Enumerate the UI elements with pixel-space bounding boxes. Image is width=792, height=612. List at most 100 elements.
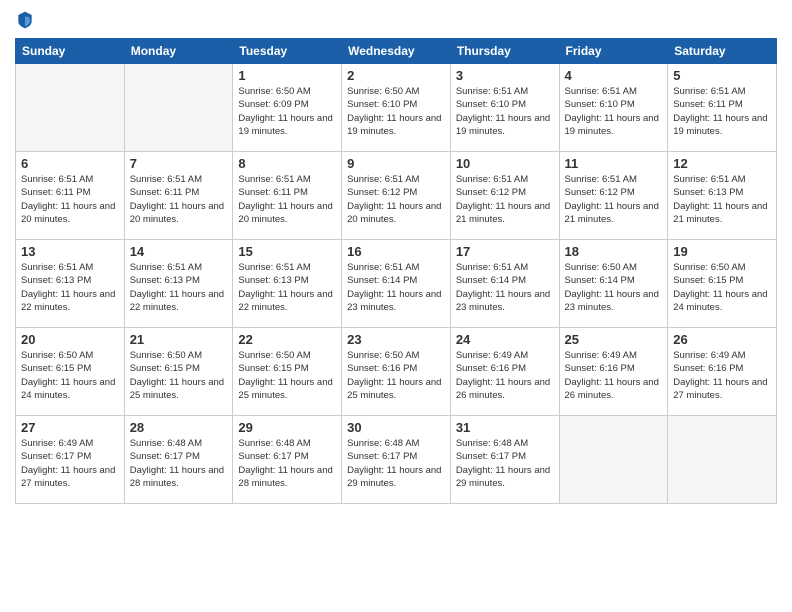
col-header-saturday: Saturday	[668, 39, 777, 64]
day-info: Sunrise: 6:50 AMSunset: 6:15 PMDaylight:…	[21, 349, 119, 402]
day-number: 4	[565, 68, 663, 83]
day-number: 17	[456, 244, 554, 259]
calendar-cell: 22 Sunrise: 6:50 AMSunset: 6:15 PMDayligh…	[233, 328, 342, 416]
day-number: 3	[456, 68, 554, 83]
calendar-cell: 10 Sunrise: 6:51 AMSunset: 6:12 PMDayligh…	[450, 152, 559, 240]
day-info: Sunrise: 6:51 AMSunset: 6:10 PMDaylight:…	[565, 85, 663, 138]
calendar-cell	[16, 64, 125, 152]
day-info: Sunrise: 6:51 AMSunset: 6:11 PMDaylight:…	[21, 173, 119, 226]
calendar-cell: 28Sunrise: 6:48 AMSunset: 6:17 PMDayligh…	[124, 416, 233, 504]
day-info: Sunrise: 6:49 AMSunset: 6:16 PMDaylight:…	[565, 349, 663, 402]
day-info: Sunrise: 6:51 AMSunset: 6:14 PMDaylight:…	[347, 261, 445, 314]
day-number: 14	[130, 244, 228, 259]
calendar-cell: 9 Sunrise: 6:51 AMSunset: 6:12 PMDaylight…	[342, 152, 451, 240]
header	[15, 10, 777, 30]
day-number: 10	[456, 156, 554, 171]
day-number: 12	[673, 156, 771, 171]
col-header-thursday: Thursday	[450, 39, 559, 64]
day-info: Sunrise: 6:50 AMSunset: 6:15 PMDaylight:…	[130, 349, 228, 402]
day-info: Sunrise: 6:50 AMSunset: 6:10 PMDaylight:…	[347, 85, 445, 138]
day-number: 29	[238, 420, 336, 435]
day-info: Sunrise: 6:51 AMSunset: 6:11 PMDaylight:…	[673, 85, 771, 138]
col-header-friday: Friday	[559, 39, 668, 64]
calendar-cell: 2 Sunrise: 6:50 AMSunset: 6:10 PMDaylight…	[342, 64, 451, 152]
day-number: 21	[130, 332, 228, 347]
week-row-3: 13 Sunrise: 6:51 AMSunset: 6:13 PMDayligh…	[16, 240, 777, 328]
calendar-cell: 13 Sunrise: 6:51 AMSunset: 6:13 PMDayligh…	[16, 240, 125, 328]
day-info: Sunrise: 6:48 AMSunset: 6:17 PMDaylight:…	[347, 437, 445, 490]
week-row-5: 27Sunrise: 6:49 AMSunset: 6:17 PMDayligh…	[16, 416, 777, 504]
calendar-cell: 27Sunrise: 6:49 AMSunset: 6:17 PMDayligh…	[16, 416, 125, 504]
day-info: Sunrise: 6:50 AMSunset: 6:15 PMDaylight:…	[673, 261, 771, 314]
calendar-cell: 4 Sunrise: 6:51 AMSunset: 6:10 PMDaylight…	[559, 64, 668, 152]
calendar-cell: 19Sunrise: 6:50 AMSunset: 6:15 PMDayligh…	[668, 240, 777, 328]
day-info: Sunrise: 6:48 AMSunset: 6:17 PMDaylight:…	[456, 437, 554, 490]
week-row-1: 1 Sunrise: 6:50 AMSunset: 6:09 PMDaylight…	[16, 64, 777, 152]
day-number: 28	[130, 420, 228, 435]
calendar-cell: 23Sunrise: 6:50 AMSunset: 6:16 PMDayligh…	[342, 328, 451, 416]
day-number: 16	[347, 244, 445, 259]
day-info: Sunrise: 6:51 AMSunset: 6:12 PMDaylight:…	[456, 173, 554, 226]
day-info: Sunrise: 6:51 AMSunset: 6:13 PMDaylight:…	[673, 173, 771, 226]
day-info: Sunrise: 6:50 AMSunset: 6:16 PMDaylight:…	[347, 349, 445, 402]
day-number: 7	[130, 156, 228, 171]
calendar-cell: 15 Sunrise: 6:51 AMSunset: 6:13 PMDayligh…	[233, 240, 342, 328]
day-number: 22	[238, 332, 336, 347]
logo	[15, 10, 39, 30]
calendar-cell: 26 Sunrise: 6:49 AMSunset: 6:16 PMDayligh…	[668, 328, 777, 416]
week-row-4: 20 Sunrise: 6:50 AMSunset: 6:15 PMDayligh…	[16, 328, 777, 416]
calendar-cell: 16 Sunrise: 6:51 AMSunset: 6:14 PMDayligh…	[342, 240, 451, 328]
day-number: 25	[565, 332, 663, 347]
col-header-wednesday: Wednesday	[342, 39, 451, 64]
calendar-cell: 31Sunrise: 6:48 AMSunset: 6:17 PMDayligh…	[450, 416, 559, 504]
day-number: 15	[238, 244, 336, 259]
calendar-cell: 29 Sunrise: 6:48 AMSunset: 6:17 PMDayligh…	[233, 416, 342, 504]
day-info: Sunrise: 6:51 AMSunset: 6:12 PMDaylight:…	[347, 173, 445, 226]
day-number: 6	[21, 156, 119, 171]
day-number: 5	[673, 68, 771, 83]
calendar-cell: 18Sunrise: 6:50 AMSunset: 6:14 PMDayligh…	[559, 240, 668, 328]
day-number: 13	[21, 244, 119, 259]
calendar-cell: 14 Sunrise: 6:51 AMSunset: 6:13 PMDayligh…	[124, 240, 233, 328]
calendar-header-row: SundayMondayTuesdayWednesdayThursdayFrid…	[16, 39, 777, 64]
col-header-tuesday: Tuesday	[233, 39, 342, 64]
page: SundayMondayTuesdayWednesdayThursdayFrid…	[0, 0, 792, 612]
day-number: 26	[673, 332, 771, 347]
logo-icon	[15, 10, 35, 30]
day-info: Sunrise: 6:51 AMSunset: 6:14 PMDaylight:…	[456, 261, 554, 314]
day-number: 30	[347, 420, 445, 435]
calendar-cell: 17 Sunrise: 6:51 AMSunset: 6:14 PMDayligh…	[450, 240, 559, 328]
day-number: 1	[238, 68, 336, 83]
calendar-cell: 30 Sunrise: 6:48 AMSunset: 6:17 PMDayligh…	[342, 416, 451, 504]
day-info: Sunrise: 6:51 AMSunset: 6:10 PMDaylight:…	[456, 85, 554, 138]
day-info: Sunrise: 6:51 AMSunset: 6:13 PMDaylight:…	[21, 261, 119, 314]
day-number: 11	[565, 156, 663, 171]
calendar-cell: 1 Sunrise: 6:50 AMSunset: 6:09 PMDaylight…	[233, 64, 342, 152]
week-row-2: 6 Sunrise: 6:51 AMSunset: 6:11 PMDaylight…	[16, 152, 777, 240]
calendar-cell: 8 Sunrise: 6:51 AMSunset: 6:11 PMDaylight…	[233, 152, 342, 240]
day-info: Sunrise: 6:51 AMSunset: 6:13 PMDaylight:…	[130, 261, 228, 314]
calendar-cell	[124, 64, 233, 152]
calendar-cell: 6 Sunrise: 6:51 AMSunset: 6:11 PMDaylight…	[16, 152, 125, 240]
calendar-cell	[668, 416, 777, 504]
day-number: 8	[238, 156, 336, 171]
day-info: Sunrise: 6:51 AMSunset: 6:13 PMDaylight:…	[238, 261, 336, 314]
calendar-cell: 20 Sunrise: 6:50 AMSunset: 6:15 PMDayligh…	[16, 328, 125, 416]
day-info: Sunrise: 6:50 AMSunset: 6:09 PMDaylight:…	[238, 85, 336, 138]
calendar-cell: 3 Sunrise: 6:51 AMSunset: 6:10 PMDaylight…	[450, 64, 559, 152]
day-info: Sunrise: 6:50 AMSunset: 6:15 PMDaylight:…	[238, 349, 336, 402]
day-info: Sunrise: 6:49 AMSunset: 6:16 PMDaylight:…	[673, 349, 771, 402]
day-number: 20	[21, 332, 119, 347]
day-info: Sunrise: 6:48 AMSunset: 6:17 PMDaylight:…	[238, 437, 336, 490]
calendar-cell: 12 Sunrise: 6:51 AMSunset: 6:13 PMDayligh…	[668, 152, 777, 240]
calendar-cell: 11Sunrise: 6:51 AMSunset: 6:12 PMDayligh…	[559, 152, 668, 240]
col-header-monday: Monday	[124, 39, 233, 64]
day-number: 2	[347, 68, 445, 83]
day-number: 9	[347, 156, 445, 171]
calendar-cell: 25 Sunrise: 6:49 AMSunset: 6:16 PMDayligh…	[559, 328, 668, 416]
day-number: 24	[456, 332, 554, 347]
calendar: SundayMondayTuesdayWednesdayThursdayFrid…	[15, 38, 777, 504]
day-info: Sunrise: 6:51 AMSunset: 6:11 PMDaylight:…	[238, 173, 336, 226]
day-number: 18	[565, 244, 663, 259]
calendar-cell: 7Sunrise: 6:51 AMSunset: 6:11 PMDaylight…	[124, 152, 233, 240]
